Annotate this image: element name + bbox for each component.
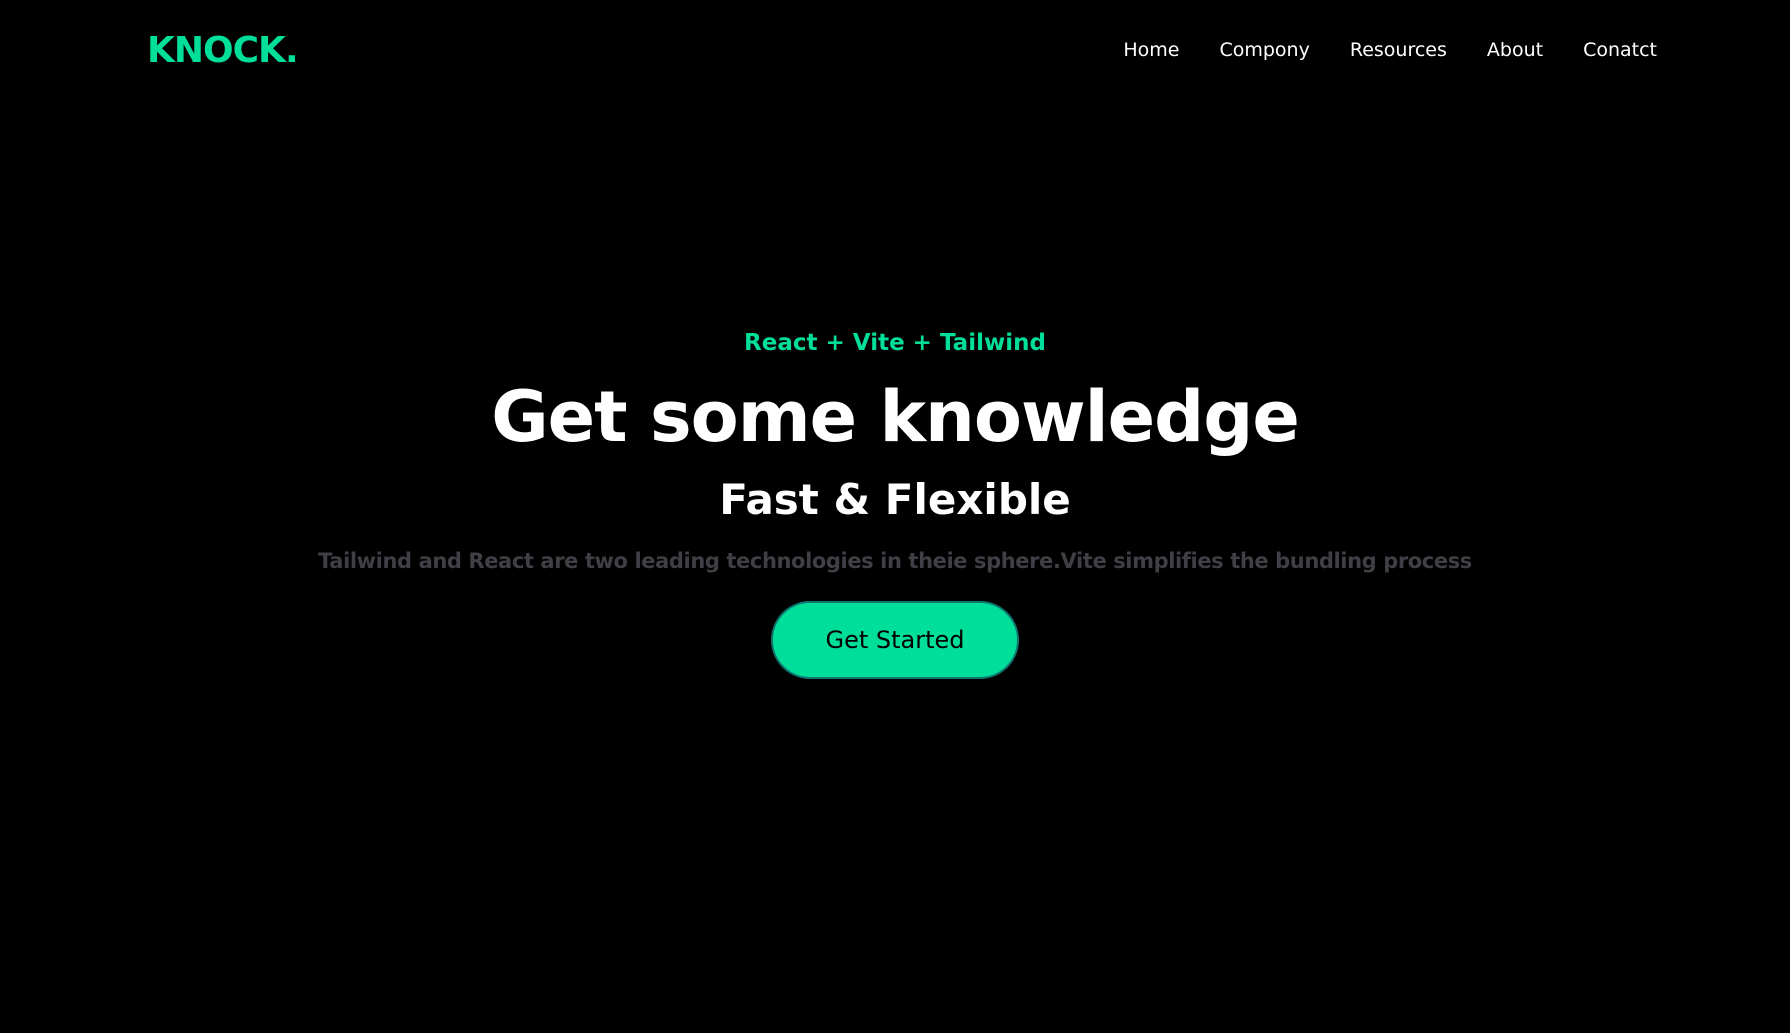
nav-item-company[interactable]: Compony bbox=[1219, 36, 1309, 64]
brand-logo[interactable]: KNOCK. bbox=[147, 29, 299, 73]
nav-item-home[interactable]: Home bbox=[1123, 36, 1179, 64]
hero-subheadline: Fast & Flexible bbox=[719, 475, 1071, 524]
get-started-button[interactable]: Get Started bbox=[771, 601, 1019, 679]
hero-headline: Get some knowledge bbox=[491, 376, 1300, 458]
landing-page: KNOCK. Home Compony Resources About Cona… bbox=[0, 0, 1790, 1033]
navbar: KNOCK. Home Compony Resources About Cona… bbox=[0, 0, 1790, 100]
hero-eyebrow: React + Vite + Tailwind bbox=[744, 330, 1046, 356]
hero-description: Tailwind and React are two leading techn… bbox=[318, 549, 1472, 573]
nav-menu: Home Compony Resources About Conatct bbox=[1083, 36, 1657, 64]
nav-item-about[interactable]: About bbox=[1487, 36, 1543, 64]
nav-item-contact[interactable]: Conatct bbox=[1583, 36, 1657, 64]
hero-section: React + Vite + Tailwind Get some knowled… bbox=[0, 320, 1790, 679]
nav-item-resources[interactable]: Resources bbox=[1350, 36, 1447, 64]
